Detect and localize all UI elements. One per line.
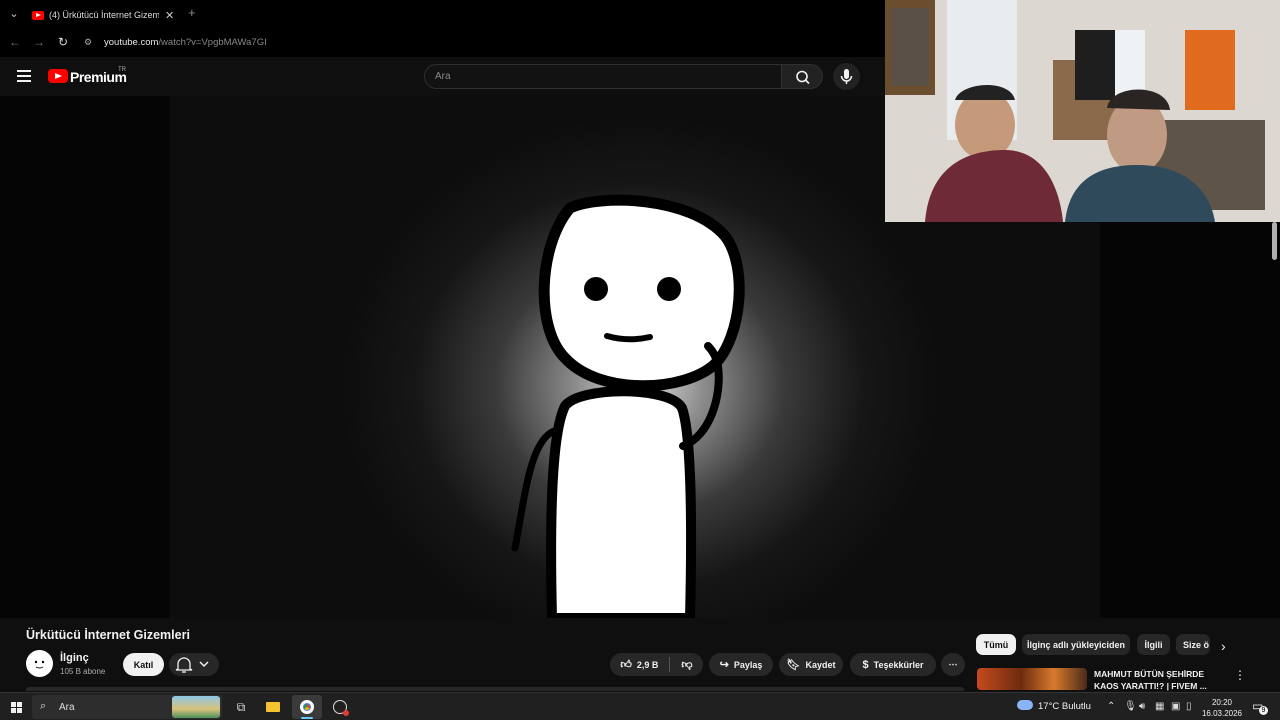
taskbar-search[interactable]: ⌕ Ara: [32, 695, 222, 719]
share-button[interactable]: ↪ Paylaş: [709, 653, 773, 676]
chip-all[interactable]: Tümü: [976, 634, 1016, 655]
system-clock[interactable]: 20:20 16.03.2026: [1200, 697, 1244, 719]
subscriber-count: 105 B abone: [60, 667, 106, 676]
clock-date: 16.03.2026: [1201, 709, 1243, 718]
bell-icon: [175, 657, 209, 673]
description-box-edge[interactable]: [26, 687, 964, 691]
search-icon: [796, 70, 810, 85]
thanks-icon: $: [862, 658, 869, 671]
app-tray-icon[interactable]: ▣: [1171, 701, 1180, 712]
video-title: Ürkütücü İnternet Gizemleri: [26, 628, 190, 642]
tab-close-icon[interactable]: ✕: [165, 9, 174, 22]
scrollbar-thumb[interactable]: [1272, 222, 1277, 260]
cloud-icon: [1017, 700, 1033, 710]
subscription-bell-button[interactable]: [169, 653, 219, 676]
search-highlight-image: [172, 696, 220, 718]
chip-for-you[interactable]: Size ö: [1176, 634, 1210, 655]
thanks-label: Teşekkürler: [873, 659, 924, 670]
more-horizontal-icon: ⋯: [948, 659, 958, 669]
microphone-icon: [840, 69, 853, 84]
like-divider: [669, 657, 671, 672]
more-actions-button[interactable]: ⋯: [941, 653, 965, 676]
browser-tab[interactable]: (4) Ürkütücü İnternet Gizemleri ✕: [26, 2, 182, 28]
url-field[interactable]: youtube.com/watch?v=VpgbMAWa7GI: [104, 37, 267, 48]
weather-widget[interactable]: 17°C Bulutlu: [1038, 701, 1091, 712]
tray-overflow-icon[interactable]: ⌃: [1107, 701, 1115, 712]
url-host: youtube.com: [104, 37, 159, 48]
share-label: Paylaş: [733, 659, 763, 670]
clock-time: 20:20: [1211, 698, 1233, 707]
join-button[interactable]: Katıl: [123, 653, 164, 676]
network-icon[interactable]: ▦: [1155, 701, 1164, 712]
site-info-icon[interactable]: ⚙: [84, 36, 96, 48]
region-code: TR: [118, 67, 126, 73]
chevron-right-icon[interactable]: ›: [1221, 638, 1226, 654]
smiley-avatar-icon: [34, 660, 45, 669]
new-tab-icon[interactable]: +: [188, 5, 196, 20]
windows-start-icon[interactable]: [11, 702, 22, 713]
like-dislike-group: 👍︎ 2,9 B 👎︎: [610, 653, 703, 676]
taskbar: ⌕ Ara ⧉ 17°C Bulutlu ⌃ 🎙︎ 🔊︎ ▦ ▣ ▯ 20:20…: [0, 692, 1280, 720]
channel-name[interactable]: İlginç: [60, 652, 89, 664]
file-explorer-icon[interactable]: [258, 695, 288, 719]
share-icon: ↪: [719, 659, 729, 671]
youtube-favicon-icon: [32, 10, 44, 20]
chip-from-uploader[interactable]: İlginç adlı yükleyiciden: [1022, 634, 1130, 655]
webcam-overlay: [885, 0, 1280, 222]
notification-count: 9: [1259, 706, 1268, 715]
search-box: [424, 64, 782, 89]
youtube-header: Premium TR: [0, 57, 885, 96]
reload-icon[interactable]: ↻: [56, 35, 70, 49]
more-vertical-icon[interactable]: ⋮: [1234, 668, 1246, 682]
youtube-logo-icon[interactable]: [48, 69, 68, 83]
like-count[interactable]: 2,9 B: [637, 660, 659, 670]
address-bar: ← → ↻ ⚙ youtube.com/watch?v=VpgbMAWa7GI: [0, 28, 885, 57]
tab-title: (4) Ürkütücü İnternet Gizemleri: [49, 10, 159, 20]
speaker-icon[interactable]: 🔊︎: [1139, 701, 1145, 712]
browser-tab-bar: ⌄ (4) Ürkütücü İnternet Gizemleri ✕ +: [0, 0, 885, 28]
search-icon: ⌕: [40, 700, 47, 712]
recommendation-title[interactable]: MAHMUT BÜTÜN ŞEHİRDE KAOS YARATTI!? | FI…: [1094, 668, 1214, 692]
microphone-tray-icon[interactable]: 🎙︎: [1124, 701, 1137, 712]
battery-icon[interactable]: ▯: [1186, 701, 1192, 712]
menu-icon[interactable]: [17, 70, 31, 82]
webcam-image: [885, 0, 1280, 222]
search-button[interactable]: [781, 64, 823, 89]
back-arrow-icon[interactable]: ←: [8, 35, 22, 49]
bookmark-icon: 🔖︎: [786, 659, 801, 671]
channel-avatar[interactable]: [26, 650, 53, 677]
tab-search-icon[interactable]: ⌄: [6, 6, 22, 22]
dislike-icon[interactable]: 👎︎: [681, 658, 692, 671]
url-path: /watch?v=VpgbMAWa7GI: [158, 37, 267, 48]
forward-arrow-icon[interactable]: →: [32, 35, 46, 49]
recording-app-icon[interactable]: [325, 695, 355, 719]
chrome-icon[interactable]: [292, 695, 322, 719]
chip-related[interactable]: İlgili: [1137, 634, 1170, 655]
save-label: Kaydet: [805, 659, 836, 670]
like-icon[interactable]: 👍︎: [620, 658, 632, 671]
thanks-button[interactable]: $ Teşekkürler: [850, 653, 936, 676]
voice-search-button[interactable]: [833, 63, 860, 90]
recommendation-thumbnail[interactable]: [977, 668, 1087, 690]
task-view-icon[interactable]: ⧉: [226, 695, 256, 719]
search-input[interactable]: [435, 71, 765, 82]
taskbar-search-text: Ara: [59, 702, 75, 713]
save-button[interactable]: 🔖︎ Kaydet: [779, 653, 843, 676]
